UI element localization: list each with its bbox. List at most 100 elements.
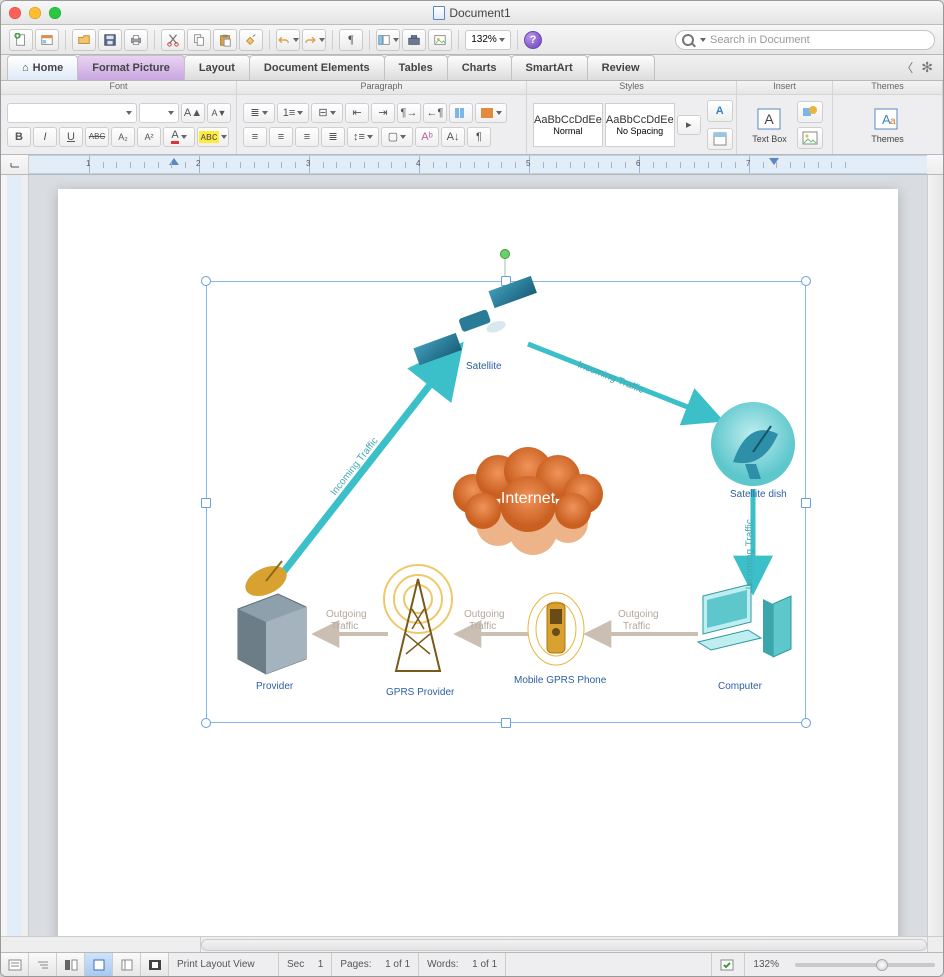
redo-button[interactable]	[302, 29, 326, 51]
cut-button[interactable]	[161, 29, 185, 51]
print-button[interactable]	[124, 29, 148, 51]
format-painter-button[interactable]	[239, 29, 263, 51]
status-words[interactable]: Words: 1 of 1	[419, 953, 506, 976]
themes-label: Themes	[871, 134, 904, 144]
bullets-button[interactable]: ≣	[243, 103, 275, 123]
view-focus-button[interactable]	[141, 953, 169, 976]
horizontal-scrollbar[interactable]	[201, 937, 927, 952]
tab-home[interactable]: ⌂Home	[7, 55, 78, 80]
vertical-scrollbar[interactable]	[927, 175, 943, 936]
search-field[interactable]: Search in Document	[675, 30, 935, 50]
style-nospacing[interactable]: AaBbCcDdEe No Spacing	[605, 103, 675, 147]
borders-button[interactable]: ▢	[381, 127, 413, 147]
view-print-layout-button[interactable]	[85, 953, 113, 976]
save-button[interactable]	[98, 29, 122, 51]
clear-formatting-button[interactable]: Aᵇ	[415, 127, 439, 147]
tab-charts-label: Charts	[462, 62, 497, 74]
numbering-button[interactable]: 1≡	[277, 103, 309, 123]
rtl-button[interactable]: ←¶	[423, 103, 447, 123]
subscript-button[interactable]: A₂	[111, 127, 135, 147]
ribbon-group-themes: Themes Aa Themes	[833, 81, 943, 154]
tab-smartart[interactable]: SmartArt	[511, 55, 588, 80]
grow-font-button[interactable]: A▲	[181, 103, 205, 123]
copy-button[interactable]	[187, 29, 211, 51]
tab-home-label: Home	[33, 62, 64, 74]
strike-button[interactable]: ABC	[85, 127, 109, 147]
view-notebook-button[interactable]	[113, 953, 141, 976]
tab-stop-selector[interactable]	[1, 155, 29, 174]
shrink-font-button[interactable]: A▼	[207, 103, 231, 123]
right-indent-marker[interactable]	[769, 158, 779, 165]
shapes-button[interactable]	[797, 101, 823, 123]
themes-button[interactable]: Aa Themes	[865, 104, 910, 146]
multilevel-button[interactable]: ⊟	[311, 103, 343, 123]
collapse-ribbon-button[interactable]: 〈	[901, 59, 913, 76]
underline-button[interactable]: U	[59, 127, 83, 147]
font-family-select[interactable]	[7, 103, 137, 123]
ribbon-group-themes-title: Themes	[833, 81, 942, 95]
new-doc-button[interactable]	[9, 29, 33, 51]
node-satellite-icon	[413, 276, 536, 365]
ribbon-options-button[interactable]: ✻	[921, 59, 933, 76]
edge-label-outgoing-1b: Traffic	[623, 621, 650, 632]
tab-review[interactable]: Review	[587, 55, 655, 80]
textbox-button[interactable]: A Text Box	[746, 104, 793, 146]
font-color-button[interactable]: A	[163, 127, 195, 147]
tab-tables[interactable]: Tables	[384, 55, 448, 80]
tab-document-elements[interactable]: Document Elements	[249, 55, 385, 80]
font-size-select[interactable]	[139, 103, 179, 123]
zoom-combo[interactable]: 132%	[465, 30, 511, 50]
ribbon-group-paragraph-title: Paragraph	[237, 81, 526, 95]
bold-button[interactable]: B	[7, 127, 31, 147]
node-provider-icon	[238, 560, 306, 674]
status-spellcheck[interactable]	[712, 953, 745, 976]
justify-button[interactable]: ≣	[321, 127, 345, 147]
shading-button[interactable]	[475, 103, 507, 123]
document-canvas[interactable]: Internet	[29, 175, 927, 936]
media-browser-button[interactable]	[428, 29, 452, 51]
dec-indent-button[interactable]: ⇤	[345, 103, 369, 123]
sidebar-toggle-button[interactable]	[376, 29, 400, 51]
tab-format-picture[interactable]: Format Picture	[77, 55, 185, 80]
style-normal[interactable]: AaBbCcDdEe Normal	[533, 103, 603, 147]
show-all-button[interactable]: ¶	[467, 127, 491, 147]
show-marks-button[interactable]: ¶	[339, 29, 363, 51]
tab-layout[interactable]: Layout	[184, 55, 250, 80]
align-center-button[interactable]: ≡	[269, 127, 293, 147]
line-spacing-button[interactable]: ↕≡	[347, 127, 379, 147]
sort-button[interactable]: A↓	[441, 127, 465, 147]
highlight-button[interactable]: ᴀʙᴄ	[197, 127, 229, 147]
ltr-button[interactable]: ¶→	[397, 103, 421, 123]
inc-indent-button[interactable]: ⇥	[371, 103, 395, 123]
status-pages[interactable]: Pages: 1 of 1	[332, 953, 419, 976]
templates-button[interactable]	[35, 29, 59, 51]
open-button[interactable]	[72, 29, 96, 51]
undo-button[interactable]	[276, 29, 300, 51]
superscript-button[interactable]: A²	[137, 127, 161, 147]
change-styles-button[interactable]: A	[707, 100, 733, 122]
chevron-down-icon	[297, 111, 303, 115]
vertical-ruler[interactable]	[1, 175, 29, 936]
horizontal-ruler[interactable]: 1234567	[29, 155, 927, 174]
align-right-button[interactable]: ≡	[295, 127, 319, 147]
view-publishing-button[interactable]	[57, 953, 85, 976]
columns-button[interactable]	[449, 103, 473, 123]
align-left-button[interactable]: ≡	[243, 127, 267, 147]
styles-more-button[interactable]: ▸	[677, 115, 701, 135]
zoom-slider[interactable]	[795, 963, 935, 967]
help-button[interactable]: ?	[524, 31, 542, 49]
italic-button[interactable]: I	[33, 127, 57, 147]
zoom-slider-thumb[interactable]	[876, 959, 888, 971]
tab-charts[interactable]: Charts	[447, 55, 512, 80]
chevron-down-icon	[126, 111, 132, 115]
styles-pane-button[interactable]	[707, 128, 733, 150]
status-section[interactable]: Sec 1	[279, 953, 332, 976]
picture-button[interactable]	[797, 127, 823, 149]
view-outline-button[interactable]	[29, 953, 57, 976]
search-placeholder: Search in Document	[710, 34, 928, 46]
node-provider-label: Provider	[256, 681, 293, 692]
paste-button[interactable]	[213, 29, 237, 51]
view-draft-button[interactable]	[1, 953, 29, 976]
toolbox-button[interactable]	[402, 29, 426, 51]
ribbon-tabs: ⌂Home Format Picture Layout Document Ele…	[1, 55, 943, 81]
